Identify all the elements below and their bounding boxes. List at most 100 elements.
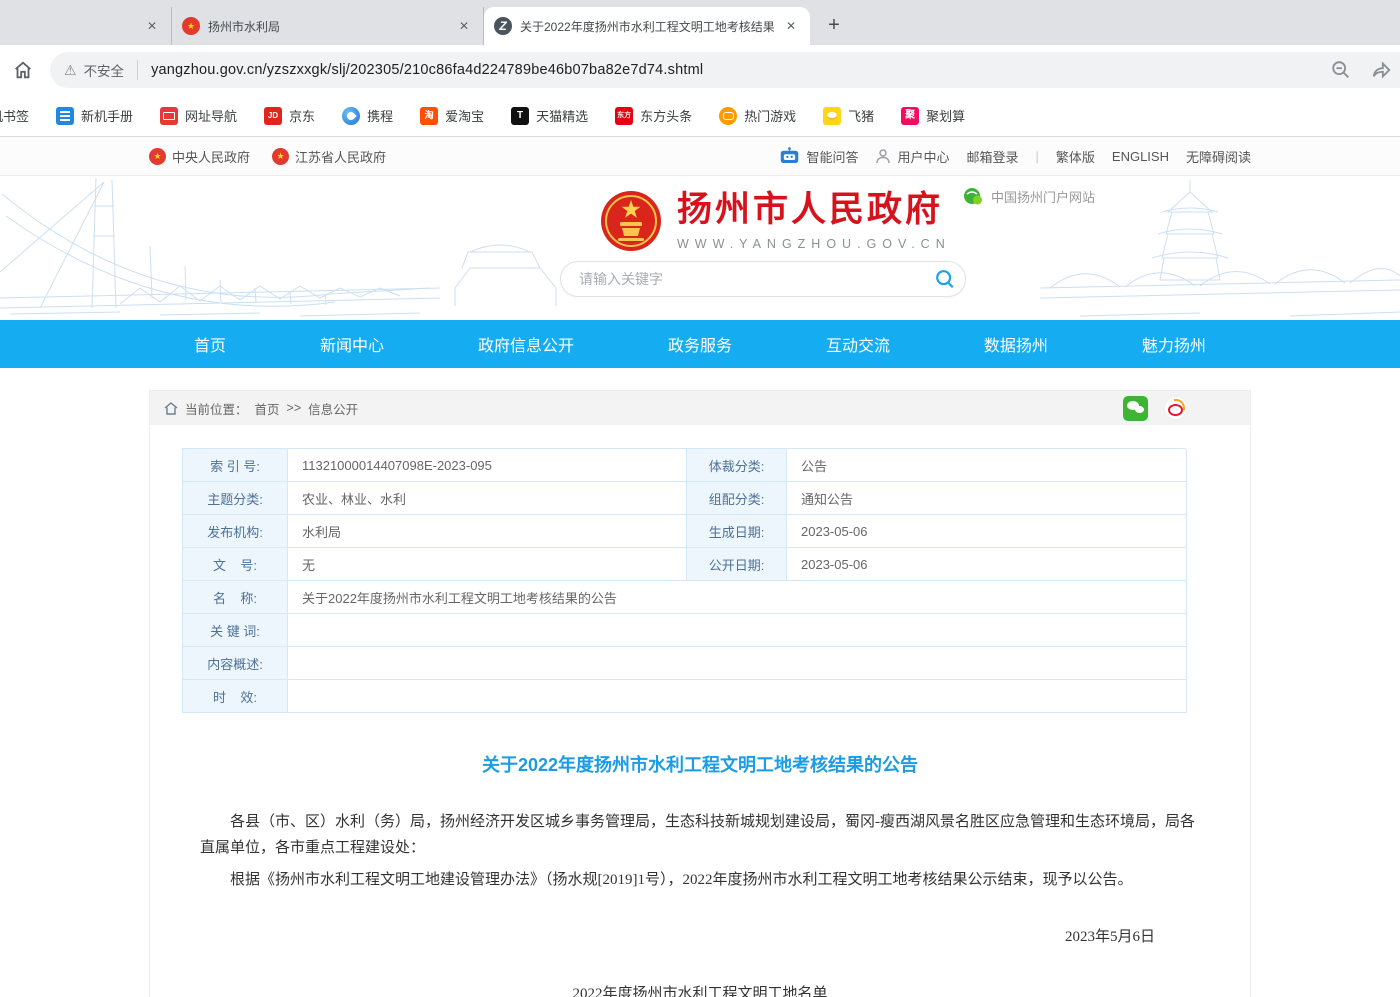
- meta-label: 文 号:: [183, 548, 288, 581]
- site-logo[interactable]: 扬州市人民政府 WWW.YANGZHOU.GOV.CN: [600, 190, 951, 252]
- breadcrumb-home-link[interactable]: 首页: [255, 399, 280, 418]
- meta-value: [288, 647, 1187, 680]
- meta-value: 无: [288, 548, 687, 581]
- bookmark-juhuasuan[interactable]: 聚 聚划算: [901, 106, 965, 125]
- close-icon[interactable]: ✕: [455, 17, 473, 35]
- article-paragraph: 根据《扬州市水利工程文明工地建设管理办法》（扬水规[2019]1号），2022年…: [200, 867, 1200, 893]
- nav-gov-info[interactable]: 政府信息公开: [478, 332, 574, 356]
- meta-label: 生成日期:: [687, 515, 787, 548]
- breadcrumb-prefix: 当前位置：: [185, 399, 248, 418]
- robot-icon: [779, 147, 800, 165]
- link-label: 江苏省人民政府: [295, 147, 386, 166]
- traditional-chinese-link[interactable]: 繁体版: [1056, 147, 1095, 166]
- search-button[interactable]: [925, 268, 965, 290]
- meta-label: 关 键 词:: [183, 614, 288, 647]
- accessibility-link[interactable]: 无障碍阅读: [1186, 147, 1251, 166]
- close-icon[interactable]: ✕: [143, 17, 161, 35]
- meta-label: 名 称:: [183, 581, 288, 614]
- main-navigation: 首页 新闻中心 政府信息公开 政务服务 互动交流 数据扬州 魅力扬州: [0, 320, 1400, 368]
- bookmark-dongfang[interactable]: 东方 东方头条: [615, 106, 692, 125]
- url-text[interactable]: yangzhou.gov.cn/yzszxxgk/slj/202305/210c…: [151, 62, 703, 78]
- browser-toolbar: ⚠ 不安全 yangzhou.gov.cn/yzszxxgk/slj/20230…: [0, 45, 1400, 95]
- bookmark-fliggy[interactable]: 飞猪: [823, 106, 874, 125]
- meta-label: 体裁分类:: [687, 449, 787, 482]
- manual-icon: [56, 107, 74, 125]
- not-secure-warning-icon: ⚠: [64, 62, 77, 79]
- document-meta-table: 索 引 号: 11321000014407098E-2023-095 体裁分类:…: [182, 448, 1186, 713]
- share-icon[interactable]: [1370, 59, 1392, 81]
- portal-globe-icon: [963, 186, 983, 206]
- meta-value: [288, 680, 1187, 713]
- zoom-out-icon[interactable]: [1330, 59, 1352, 81]
- mail-login-link[interactable]: 邮箱登录: [966, 147, 1018, 166]
- divider: [137, 60, 138, 80]
- browser-window: ✕ ★ 扬州市水利局 ✕ Z 关于2022年度扬州市水利工程文明工地考核结果的公…: [0, 0, 1400, 137]
- bookmark-manual[interactable]: 新机手册: [56, 106, 133, 125]
- tab-title: 关于2022年度扬州市水利工程文明工地考核结果的公告: [520, 18, 774, 35]
- tab-strip: ✕ ★ 扬州市水利局 ✕ Z 关于2022年度扬州市水利工程文明工地考核结果的公…: [0, 0, 1400, 45]
- meta-label: 主题分类:: [183, 482, 288, 515]
- bookmark-ctrip[interactable]: 携程: [342, 106, 393, 125]
- fliggy-pig-icon: [823, 107, 841, 125]
- meta-value: 11321000014407098E-2023-095: [288, 449, 687, 482]
- nav-services[interactable]: 政务服务: [668, 332, 732, 356]
- close-icon[interactable]: ✕: [782, 17, 800, 35]
- games-icon: [719, 107, 737, 125]
- home-icon[interactable]: [10, 57, 36, 83]
- meta-label: 索 引 号:: [183, 449, 288, 482]
- bookmark-tmall[interactable]: T 天猫精选: [511, 106, 588, 125]
- breadcrumb: 当前位置： 首页 >> 信息公开: [150, 391, 1250, 425]
- meta-label: 内容概述:: [183, 647, 288, 680]
- nav-news-center[interactable]: 新闻中心: [320, 332, 384, 356]
- ctrip-icon: [342, 107, 360, 125]
- user-center-link[interactable]: 用户中心: [875, 147, 949, 166]
- link-central-gov[interactable]: ★ 中央人民政府: [149, 147, 250, 166]
- tab-water-bureau[interactable]: ★ 扬州市水利局 ✕: [172, 7, 484, 45]
- juhuasuan-icon: 聚: [901, 107, 919, 125]
- bookmark-label: 天猫精选: [536, 106, 588, 125]
- wechat-share-icon[interactable]: [1123, 396, 1148, 421]
- meta-value: [288, 614, 1187, 647]
- portal-label: 中国扬州门户网站: [991, 187, 1095, 206]
- tab-leftmost-partial[interactable]: ✕: [0, 7, 172, 45]
- address-bar[interactable]: ⚠ 不安全 yangzhou.gov.cn/yzszxxgk/slj/20230…: [50, 52, 1400, 88]
- nav-home[interactable]: 首页: [194, 332, 226, 356]
- bookmark-label: 热门游戏: [744, 106, 796, 125]
- tab-announcement-active[interactable]: Z 关于2022年度扬州市水利工程文明工地考核结果的公告 ✕: [484, 7, 810, 45]
- security-label[interactable]: 不安全: [84, 60, 125, 80]
- portal-badge[interactable]: 中国扬州门户网站: [963, 186, 1095, 206]
- smart-qa-link[interactable]: 智能问答: [779, 147, 858, 166]
- jd-icon: JD: [264, 107, 282, 125]
- meta-value: 通知公告: [787, 482, 1187, 515]
- gov-emblem-icon: ★: [272, 148, 289, 165]
- nav-interaction[interactable]: 互动交流: [826, 332, 890, 356]
- site-utility-bar: ★ 中央人民政府 ★ 江苏省人民政府 智能问答: [0, 137, 1400, 176]
- meta-label: 发布机构:: [183, 515, 288, 548]
- bookmark-label: 网址导航: [185, 106, 237, 125]
- weibo-share-icon[interactable]: [1164, 396, 1188, 420]
- new-tab-button[interactable]: +: [820, 12, 848, 40]
- bookmark-label: 东方头条: [640, 106, 692, 125]
- home-icon: [164, 402, 178, 415]
- gov-emblem-icon: ★: [182, 17, 200, 35]
- url-nav-icon: [160, 107, 178, 125]
- bookmark-taobao[interactable]: 淘 爱淘宝: [420, 106, 484, 125]
- bookmark-url-nav[interactable]: 网址导航: [160, 106, 237, 125]
- nav-data-yangzhou[interactable]: 数据扬州: [984, 332, 1048, 356]
- bookmark-phone-bookmarks[interactable]: 机书签: [0, 106, 29, 125]
- nav-charm-yangzhou[interactable]: 魅力扬州: [1142, 332, 1206, 356]
- search-input[interactable]: [561, 271, 925, 287]
- bookmark-label: 机书签: [0, 106, 29, 125]
- link-jiangsu-gov[interactable]: ★ 江苏省人民政府: [272, 147, 386, 166]
- national-emblem-icon: [600, 190, 662, 252]
- breadcrumb-separator: >>: [287, 401, 302, 415]
- site-search: [560, 261, 966, 297]
- english-link[interactable]: ENGLISH: [1112, 149, 1169, 164]
- bookmark-games[interactable]: 热门游戏: [719, 106, 796, 125]
- meta-value: 2023-05-06: [787, 515, 1187, 548]
- bookmark-jd[interactable]: JD 京东: [264, 106, 315, 125]
- breadcrumb-section-link[interactable]: 信息公开: [308, 399, 358, 418]
- meta-value: 2023-05-06: [787, 548, 1187, 581]
- bookmarks-bar: 机书签 新机手册 网址导航 JD 京东 携程 淘 爱淘宝 T 天猫精选 东方 东…: [0, 95, 1400, 137]
- tab-title: 扬州市水利局: [208, 18, 447, 35]
